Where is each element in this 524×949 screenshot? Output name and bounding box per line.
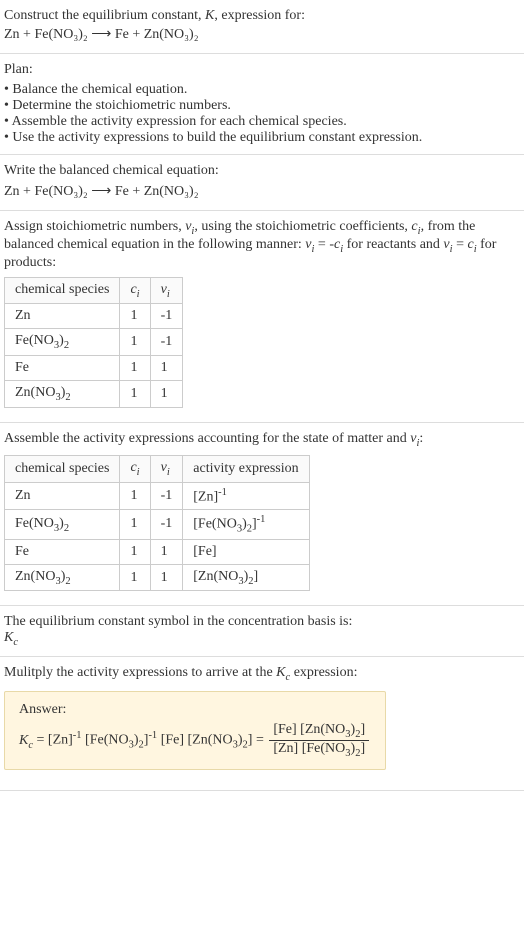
table-header: νi — [150, 277, 183, 304]
intro-equation: Zn + Fe(NO₃)₂ ⟶ Fe + Zn(NO₃)₂ — [4, 26, 520, 43]
plan-item: • Assemble the activity expression for e… — [4, 114, 520, 130]
plan-item: • Use the activity expressions to build … — [4, 130, 520, 146]
stoich-section: Assign stoichiometric numbers, νi, using… — [0, 211, 524, 423]
activity-table: chemical species ci νi activity expressi… — [4, 455, 310, 592]
intro-section: Construct the equilibrium constant, K, e… — [0, 0, 524, 54]
symbol-text: The equilibrium constant symbol in the c… — [4, 614, 520, 630]
stoich-table: chemical species ci νi Zn 1 -1 Fe(NO3)2 … — [4, 277, 183, 408]
table-row: Zn(NO3)2 1 1 — [5, 381, 183, 408]
answer-box: Answer: Kc = [Zn]-1 [Fe(NO3)2]-1 [Fe] [Z… — [4, 691, 386, 770]
table-row: Fe(NO3)2 1 -1 — [5, 329, 183, 356]
symbol-section: The equilibrium constant symbol in the c… — [0, 606, 524, 657]
activity-section: Assemble the activity expressions accoun… — [0, 423, 524, 607]
table-header: νi — [150, 455, 183, 482]
answer-expression: Kc = [Zn]-1 [Fe(NO3)2]-1 [Fe] [Zn(NO3)2]… — [19, 722, 371, 759]
table-row: Fe 1 1 [Fe] — [5, 539, 310, 564]
table-row: Zn 1 -1 [Zn]-1 — [5, 482, 310, 510]
symbol-value: Kc — [4, 630, 520, 648]
table-header: ci — [120, 277, 150, 304]
stoich-text: Assign stoichiometric numbers, νi, using… — [4, 219, 520, 271]
table-row: Fe(NO3)2 1 -1 [Fe(NO3)2]-1 — [5, 510, 310, 539]
plan-section: Plan: • Balance the chemical equation. •… — [0, 54, 524, 155]
table-row: Fe 1 1 — [5, 356, 183, 381]
balanced-equation: Zn + Fe(NO₃)₂ ⟶ Fe + Zn(NO₃)₂ — [4, 183, 520, 200]
table-header: activity expression — [183, 455, 309, 482]
balanced-heading: Write the balanced chemical equation: — [4, 163, 520, 179]
plan-heading: Plan: — [4, 62, 520, 78]
activity-heading: Assemble the activity expressions accoun… — [4, 431, 520, 449]
plan-item: • Determine the stoichiometric numbers. — [4, 98, 520, 114]
intro-heading: Construct the equilibrium constant, K, e… — [4, 8, 520, 24]
plan-item: • Balance the chemical equation. — [4, 82, 520, 98]
table-header: ci — [120, 455, 150, 482]
balanced-section: Write the balanced chemical equation: Zn… — [0, 155, 524, 211]
table-row: Zn(NO3)2 1 1 [Zn(NO3)2] — [5, 564, 310, 591]
table-header: chemical species — [5, 277, 120, 304]
multiply-heading: Mulitply the activity expressions to arr… — [4, 665, 520, 683]
multiply-section: Mulitply the activity expressions to arr… — [0, 657, 524, 790]
answer-label: Answer: — [19, 702, 371, 718]
table-header: chemical species — [5, 455, 120, 482]
table-row: Zn 1 -1 — [5, 304, 183, 329]
